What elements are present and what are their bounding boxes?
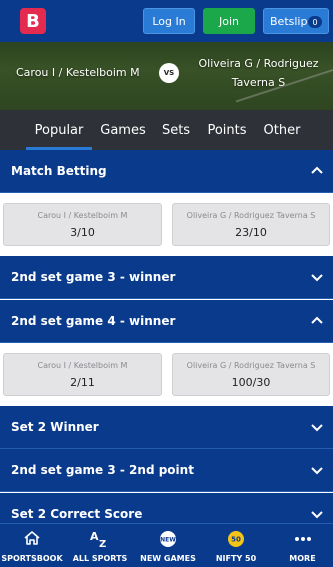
join-button[interactable]: Join <box>203 8 255 34</box>
market-header-set2-game3-winner[interactable]: 2nd set game 3 - winner <box>0 256 333 299</box>
tab-games[interactable]: Games <box>98 110 148 150</box>
chevron-up-icon <box>311 165 323 177</box>
market-header-match-betting[interactable]: Match Betting <box>0 150 333 193</box>
selection-name: Carou I / Kestelboim M <box>37 361 128 370</box>
betslip-button[interactable]: Betslip 0 <box>263 8 329 34</box>
odds-row: Carou I / Kestelboim M 3/10 Oliveira G /… <box>0 194 333 253</box>
selection-name: Oliveira G / Rodriguez Taverna S <box>186 361 316 370</box>
selection-name: Oliveira G / Rodriguez Taverna S <box>186 211 316 220</box>
betslip-label: Betslip <box>270 14 308 28</box>
more-icon <box>293 529 313 551</box>
betslip-count-badge: 0 <box>308 16 322 28</box>
selection-price: 100/30 <box>231 376 271 389</box>
selection-price: 3/10 <box>70 226 95 239</box>
market-tabs: Popular Games Sets Points Other <box>0 110 333 150</box>
nav-nifty-50[interactable]: 50 NIFTY 50 <box>204 524 268 567</box>
bottom-nav: SPORTSBOOK AZ ALL SPORTS NEW NEW GAMES 5… <box>0 523 333 567</box>
selection-price: 23/10 <box>235 226 267 239</box>
market-title: Set 2 Correct Score <box>11 507 143 521</box>
chevron-down-icon <box>311 464 323 476</box>
tab-other[interactable]: Other <box>261 110 303 150</box>
market-header-set2-game3-point2[interactable]: 2nd set game 3 - 2nd point <box>0 449 333 492</box>
market-title: 2nd set game 4 - winner <box>11 314 176 328</box>
market-title: 2nd set game 3 - winner <box>11 270 176 284</box>
top-header: B Log In Join Betslip 0 <box>0 0 333 42</box>
login-button[interactable]: Log In <box>143 8 195 34</box>
odds-button[interactable]: Oliveira G / Rodriguez Taverna S 100/30 <box>172 353 330 396</box>
nifty-icon: 50 <box>226 529 246 551</box>
nav-new-games[interactable]: NEW NEW GAMES <box>136 524 200 567</box>
odds-button[interactable]: Oliveira G / Rodriguez Taverna S 23/10 <box>172 203 330 246</box>
match-banner: Carou I / Kestelboim M VS Oliveira G / R… <box>0 42 333 110</box>
vs-badge: VS <box>159 63 179 83</box>
az-icon: AZ <box>89 529 111 551</box>
market-title: Set 2 Winner <box>11 420 99 434</box>
chevron-down-icon <box>311 421 323 433</box>
odds-button[interactable]: Carou I / Kestelboim M 2/11 <box>3 353 162 396</box>
market-title: Match Betting <box>11 164 107 178</box>
nav-more[interactable]: MORE <box>272 524 333 567</box>
home-icon <box>23 529 41 549</box>
player2-name: Oliveira G / Rodriguez Taverna S <box>198 57 319 89</box>
market-header-set2-game4-winner[interactable]: 2nd set game 4 - winner <box>0 300 333 343</box>
nav-sportsbook[interactable]: SPORTSBOOK <box>0 524 64 567</box>
svg-text:A: A <box>90 530 99 543</box>
market-header-set2-winner[interactable]: Set 2 Winner <box>0 406 333 449</box>
tab-sets[interactable]: Sets <box>158 110 194 150</box>
new-badge-icon: NEW <box>158 529 178 551</box>
odds-button[interactable]: Carou I / Kestelboim M 3/10 <box>3 203 162 246</box>
brand-logo[interactable]: B <box>20 8 46 34</box>
nav-all-sports[interactable]: AZ ALL SPORTS <box>66 524 134 567</box>
market-title: 2nd set game 3 - 2nd point <box>11 463 194 477</box>
chevron-down-icon <box>311 508 323 520</box>
svg-text:Z: Z <box>99 539 106 549</box>
odds-row: Carou I / Kestelboim M 2/11 Oliveira G /… <box>0 344 333 404</box>
svg-text:NEW: NEW <box>160 537 176 544</box>
player1-name: Carou I / Kestelboim M <box>16 66 140 79</box>
tab-points[interactable]: Points <box>204 110 250 150</box>
chevron-up-icon <box>311 315 323 327</box>
selection-price: 2/11 <box>70 376 95 389</box>
chevron-down-icon <box>311 271 323 283</box>
tab-popular[interactable]: Popular <box>26 110 92 150</box>
app-root: B Log In Join Betslip 0 Carou I / Kestel… <box>0 0 333 567</box>
svg-text:50: 50 <box>231 536 241 544</box>
selection-name: Carou I / Kestelboim M <box>37 211 128 220</box>
